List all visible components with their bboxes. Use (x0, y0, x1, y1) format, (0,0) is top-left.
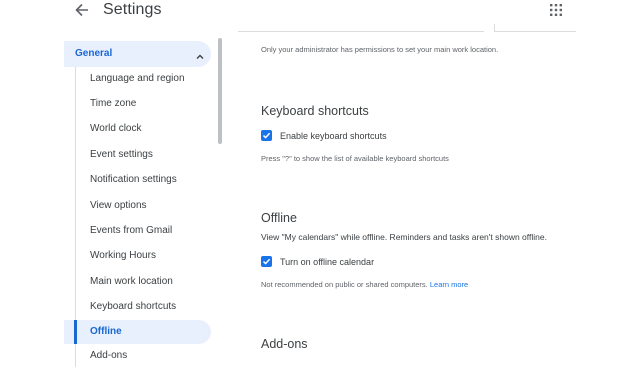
settings-sidebar: General Language and region Time zone Wo… (0, 0, 222, 367)
sidebar-item-offline[interactable]: Offline (90, 323, 210, 341)
chevron-up-icon (195, 49, 205, 59)
sidebar-item-language-and-region[interactable]: Language and region (90, 70, 210, 88)
sidebar-item-working-hours[interactable]: Working Hours (90, 247, 210, 265)
sidebar-item-world-clock[interactable]: World clock (90, 120, 210, 138)
offline-description: View "My calendars" while offline. Remin… (261, 232, 547, 242)
sidebar-item-time-zone[interactable]: Time zone (90, 95, 210, 113)
sidebar-item-events-from-gmail[interactable]: Events from Gmail (90, 222, 210, 240)
offline-hint-text: Not recommended on public or shared comp… (261, 280, 428, 289)
sidebar-item-add-ons[interactable]: Add-ons (90, 347, 210, 365)
offline-heading: Offline (261, 211, 297, 225)
selected-item-indicator (74, 320, 77, 344)
sidebar-item-main-work-location[interactable]: Main work location (90, 273, 210, 291)
keyboard-shortcuts-heading: Keyboard shortcuts (261, 104, 369, 118)
offline-hint: Not recommended on public or shared comp… (261, 280, 468, 289)
field-underline (238, 31, 484, 32)
enable-keyboard-shortcuts-label: Enable keyboard shortcuts (280, 131, 387, 141)
offline-calendar-checkbox[interactable] (261, 256, 272, 267)
apps-grid-icon[interactable] (549, 3, 563, 17)
sidebar-scrollbar[interactable] (218, 38, 222, 144)
sidebar-item-general[interactable]: General (64, 41, 211, 67)
sidebar-item-view-options[interactable]: View options (90, 197, 210, 215)
sidebar-item-notification-settings[interactable]: Notification settings (90, 171, 210, 189)
learn-more-link[interactable]: Learn more (430, 280, 468, 289)
field-underline (494, 31, 576, 32)
sidebar-item-keyboard-shortcuts[interactable]: Keyboard shortcuts (90, 298, 210, 316)
main-work-location-note: Only your administrator has permissions … (261, 45, 499, 54)
offline-calendar-label: Turn on offline calendar (280, 257, 375, 267)
sidebar-item-label: General (75, 48, 113, 59)
add-ons-heading: Add-ons (261, 337, 308, 351)
enable-keyboard-shortcuts-checkbox[interactable] (261, 130, 272, 141)
keyboard-shortcuts-hint: Press "?" to show the list of available … (261, 154, 449, 163)
sidebar-item-event-settings[interactable]: Event settings (90, 146, 210, 164)
